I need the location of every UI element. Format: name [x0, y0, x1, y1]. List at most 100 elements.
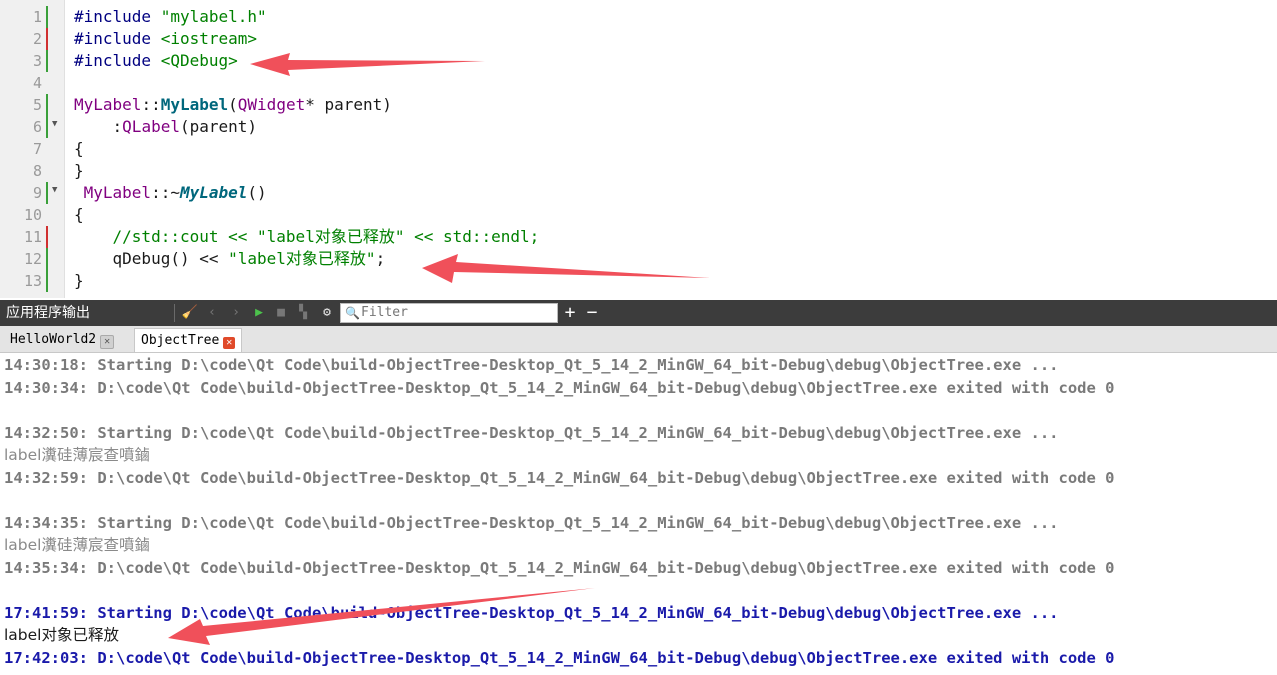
output-pane-title: 应用程序输出 [6, 305, 90, 321]
code-token: :: [141, 95, 161, 114]
code-line[interactable]: 13} [0, 270, 1277, 292]
code-token: //std::cout << "label对象已释放" << std::endl… [74, 227, 540, 246]
code-token: (parent) [179, 117, 258, 136]
log-line: 14:35:34: D:\code\Qt Code\build-ObjectTr… [4, 558, 1115, 577]
code-line[interactable]: 2 #include <iostream> [0, 28, 1277, 50]
line-number: 11 [23, 228, 42, 246]
code-line[interactable]: 8} [0, 160, 1277, 182]
stop-icon[interactable]: ■ [271, 300, 291, 326]
code-token: QWidget [237, 95, 306, 114]
code-token: #include [74, 51, 161, 70]
change-marker [46, 226, 48, 248]
fold-arrow-icon[interactable]: ▼ [52, 184, 57, 196]
code-line[interactable]: 3 #include <QDebug> [0, 50, 1277, 72]
code-token: #include [74, 7, 161, 26]
code-token: <iostream> [160, 29, 258, 48]
filter-input[interactable] [361, 304, 551, 322]
tab-objecttree[interactable]: ObjectTree ✕ [134, 328, 243, 352]
code-text: #include <QDebug> [74, 50, 238, 72]
zoom-out-icon[interactable]: − [582, 300, 602, 326]
line-number: 6 [32, 118, 42, 136]
line-number: 7 [32, 140, 42, 158]
output-pane-toolbar: 应用程序输出 🧹 ‹ › ▶ ■ ▚ ⚙ 🔍 + − [0, 300, 1277, 326]
next-item-icon[interactable]: › [226, 300, 246, 326]
log-line: 17:42:03: D:\code\Qt Code\build-ObjectTr… [4, 648, 1115, 667]
code-token: "label对象已释放" [228, 249, 376, 268]
code-token: * parent) [305, 95, 392, 114]
search-icon: 🔍 [345, 306, 360, 320]
code-editor[interactable]: 1 #include "mylabel.h" 2 #include <iostream… [0, 0, 1277, 298]
code-line[interactable]: 11 //std::cout << "label对象已释放" << std::e… [0, 226, 1277, 248]
line-number: 9 [32, 184, 42, 202]
log-line: 14:32:50: Starting D:\code\Qt Code\build… [4, 423, 1059, 442]
code-token: qDebug() << [74, 249, 229, 268]
close-icon[interactable]: ✕ [223, 337, 236, 349]
clear-output-icon[interactable]: 🧹 [180, 300, 200, 326]
code-line[interactable]: 12 qDebug() << "label对象已释放"; [0, 248, 1277, 270]
tab-label: HelloWorld2 [10, 332, 97, 347]
code-line[interactable]: 5 MyLabel::MyLabel(QWidget* parent) [0, 94, 1277, 116]
log-line: label瀵硅薄宸查噴鏀 [4, 446, 150, 464]
line-number: 3 [32, 52, 42, 70]
code-token: ( [228, 95, 238, 114]
code-line[interactable]: 6 ▼ :QLabel(parent) [0, 116, 1277, 138]
code-line[interactable]: 1 #include "mylabel.h" [0, 6, 1277, 28]
code-text: { [74, 204, 84, 226]
code-text: #include "mylabel.h" [74, 6, 267, 28]
tab-label: ObjectTree [141, 333, 220, 348]
code-text: } [74, 160, 84, 182]
code-token: QLabel [122, 117, 180, 136]
code-token: { [74, 205, 84, 224]
filter-box[interactable]: 🔍 [340, 303, 558, 323]
code-text: MyLabel::MyLabel(QWidget* parent) [74, 94, 392, 116]
code-token: () [247, 183, 267, 202]
change-marker [46, 6, 48, 28]
change-marker [46, 50, 48, 72]
line-number: 2 [32, 30, 42, 48]
tab-helloworld2[interactable]: HelloWorld2 ✕ [4, 328, 121, 352]
code-text: MyLabel::~MyLabel() [74, 182, 267, 204]
code-text: #include <iostream> [74, 28, 257, 50]
fold-arrow-icon[interactable]: ▼ [52, 118, 57, 130]
code-line[interactable]: 7{ [0, 138, 1277, 160]
change-marker [46, 116, 48, 138]
code-token: "mylabel.h" [160, 7, 267, 26]
line-number: 5 [32, 96, 42, 114]
line-number: 4 [32, 74, 42, 92]
code-token: MyLabel [160, 95, 229, 114]
code-token: ; [375, 249, 386, 268]
attach-debugger-icon[interactable]: ▚ [293, 300, 313, 326]
code-text: //std::cout << "label对象已释放" << std::endl… [74, 226, 540, 248]
code-line[interactable]: 9 ▼ MyLabel::~MyLabel() [0, 182, 1277, 204]
change-marker [46, 182, 48, 204]
log-line: 14:34:35: Starting D:\code\Qt Code\build… [4, 513, 1059, 532]
code-token: MyLabel [179, 183, 248, 202]
run-icon[interactable]: ▶ [249, 300, 269, 326]
code-line[interactable]: 4 [0, 72, 1277, 94]
code-token: { [74, 139, 84, 158]
code-token: : [74, 117, 123, 136]
log-line: label对象已释放 [4, 626, 119, 644]
change-marker [46, 28, 48, 50]
change-marker [46, 248, 48, 270]
output-tabs: HelloWorld2 ✕ ObjectTree ✕ [0, 326, 1277, 353]
code-token: MyLabel [74, 95, 142, 114]
log-line: 14:30:34: D:\code\Qt Code\build-ObjectTr… [4, 378, 1115, 397]
previous-item-icon[interactable]: ‹ [202, 300, 222, 326]
close-icon[interactable]: ✕ [100, 335, 115, 349]
code-text: qDebug() << "label对象已释放"; [74, 248, 386, 270]
code-token: <QDebug> [160, 51, 238, 70]
code-line[interactable]: 10 { [0, 204, 1277, 226]
code-token: ::~ [151, 183, 180, 202]
change-marker [46, 94, 48, 116]
log-line: 14:32:59: D:\code\Qt Code\build-ObjectTr… [4, 468, 1115, 487]
zoom-in-icon[interactable]: + [560, 300, 580, 326]
code-token: } [74, 271, 84, 290]
application-output-log[interactable]: 14:30:18: Starting D:\code\Qt Code\build… [0, 353, 1277, 675]
toolbar-separator [174, 304, 175, 322]
line-number: 10 [23, 206, 42, 224]
code-token: } [74, 161, 84, 180]
gear-icon[interactable]: ⚙ [317, 300, 337, 326]
code-text: { [74, 138, 84, 160]
line-number: 12 [23, 250, 42, 268]
